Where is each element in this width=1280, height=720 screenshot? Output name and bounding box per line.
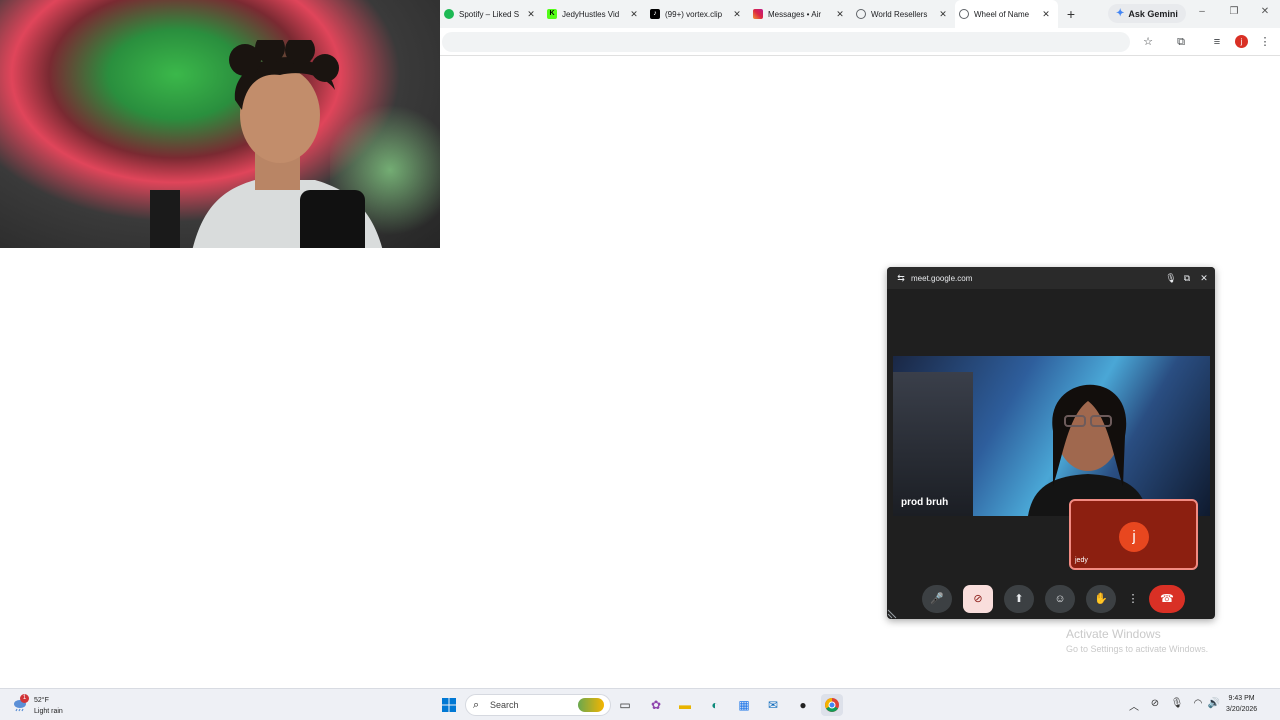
- watermark-subtitle: Go to Settings to activate Windows.: [1066, 644, 1209, 654]
- close-icon[interactable]: ✕: [937, 9, 949, 20]
- tiktok-icon: ♪: [650, 9, 660, 19]
- desktop: Spotify – Liked S ✕ K JedyHustles Vid ✕ …: [0, 0, 1280, 720]
- profile-avatar[interactable]: j: [1235, 35, 1248, 48]
- tab-kick[interactable]: K JedyHustles Vid ✕: [543, 0, 646, 28]
- spotify-icon: [444, 9, 454, 19]
- tab-strip: Spotify – Liked S ✕ K JedyHustles Vid ✕ …: [440, 0, 1280, 28]
- tab-label: World Resellers: [871, 9, 928, 19]
- menu-icon[interactable]: ⋮: [1258, 35, 1272, 49]
- participant-video: [893, 356, 1210, 516]
- pip-url: meet.google.com: [911, 273, 973, 283]
- restore-icon[interactable]: ❐: [1226, 6, 1242, 17]
- close-icon[interactable]: ✕: [731, 9, 743, 20]
- gemini-label: Ask Gemini: [1128, 8, 1178, 19]
- back-to-tab-icon[interactable]: ⧉: [1181, 272, 1193, 284]
- taskbar-search[interactable]: ⌕ Search: [465, 694, 611, 716]
- file-explorer-icon[interactable]: ▬: [674, 694, 696, 716]
- tab-label: Messages • Air: [768, 9, 822, 19]
- mic-indicator-icon: 🎙: [1165, 273, 1177, 283]
- present-screen-button[interactable]: ⬆: [1004, 585, 1034, 613]
- tab-label: Wheel of Name: [974, 9, 1030, 19]
- close-icon[interactable]: ✕: [1040, 9, 1052, 20]
- star-icon[interactable]: ☆: [1141, 35, 1155, 49]
- tab-label: Spotify – Liked S: [459, 9, 520, 19]
- chrome-logo-icon: [825, 698, 839, 712]
- person-silhouette: [150, 40, 383, 248]
- chevron-up-icon[interactable]: ︿: [1127, 698, 1141, 713]
- app-icon[interactable]: ●: [792, 694, 814, 716]
- activate-windows-watermark: Activate Windows Go to Settings to activ…: [1066, 627, 1208, 654]
- extensions-icon[interactable]: ⧉: [1174, 35, 1188, 49]
- edge-icon[interactable]: ◐: [704, 694, 726, 716]
- clock-time: 9:43 PM: [1228, 695, 1255, 702]
- clock-date: 3/20/2026: [1226, 706, 1258, 713]
- tune-icon[interactable]: ⇆: [895, 272, 907, 284]
- copilot-icon[interactable]: ✿: [645, 694, 667, 716]
- chrome-icon[interactable]: [821, 694, 843, 716]
- outlook-icon[interactable]: ✉: [762, 694, 784, 716]
- webcam-overlay: [0, 0, 440, 248]
- new-tab-button[interactable]: +: [1062, 6, 1080, 22]
- room-wall: [893, 372, 973, 516]
- meet-pip-window: ⇆ meet.google.com 🎙 ⧉ ✕ prod bruh j jedy…: [887, 267, 1215, 619]
- tab-world-resellers[interactable]: World Resellers ✕: [852, 0, 955, 28]
- store-icon[interactable]: ▦: [733, 694, 755, 716]
- close-icon[interactable]: ✕: [1198, 272, 1210, 284]
- raise-hand-button[interactable]: ✋: [1086, 585, 1116, 613]
- close-window-icon[interactable]: ✕: [1257, 6, 1273, 17]
- ask-gemini-button[interactable]: ✦ Ask Gemini: [1108, 4, 1186, 23]
- notification-badge: 1: [20, 694, 29, 703]
- weather-condition: Light rain: [34, 708, 63, 715]
- address-bar[interactable]: [442, 32, 1130, 52]
- mic-icon[interactable]: 🎙: [1170, 698, 1184, 709]
- search-icon: ⌕: [473, 699, 480, 711]
- kick-icon: K: [547, 9, 557, 19]
- start-button[interactable]: [438, 694, 460, 716]
- close-icon[interactable]: ✕: [628, 9, 640, 20]
- globe-icon: [959, 9, 969, 19]
- reactions-button[interactable]: ☺: [1045, 585, 1075, 613]
- self-view-tile[interactable]: j jedy: [1069, 499, 1198, 570]
- taskbar: 1 52°F Light rain ⌕ Search ▭ ✿ ▬ ◐ ▦ ✉ ●: [0, 688, 1280, 720]
- self-name: jedy: [1075, 557, 1088, 564]
- tab-label: (99+) vortex.clip: [665, 9, 723, 19]
- volume-icon[interactable]: 🔊: [1207, 698, 1221, 709]
- microphone-button[interactable]: 🎤: [922, 585, 952, 613]
- tab-spotify[interactable]: Spotify – Liked S ✕: [440, 0, 543, 28]
- gemini-icon: ✦: [1116, 8, 1125, 19]
- weather-temperature: 52°F: [34, 697, 49, 704]
- media-controls-icon[interactable]: ≡: [1210, 35, 1224, 49]
- resize-grip-icon[interactable]: [887, 609, 897, 619]
- participant-name: prod bruh: [901, 497, 949, 508]
- camera-off-button[interactable]: ⊘: [963, 585, 993, 613]
- browser-toolbar: ☆ ⧉ ≡ ⋮: [440, 28, 1280, 56]
- search-highlight-icon: [578, 698, 604, 712]
- end-call-button[interactable]: ☎: [1149, 585, 1185, 613]
- self-avatar: j: [1119, 522, 1149, 552]
- tab-tiktok[interactable]: ♪ (99+) vortex.clip ✕: [646, 0, 749, 28]
- minimize-icon[interactable]: –: [1194, 6, 1210, 17]
- tab-wheel-of-names[interactable]: Wheel of Name ✕: [955, 0, 1058, 28]
- wifi-icon[interactable]: ◠: [1191, 698, 1205, 709]
- network-icon[interactable]: ⊘: [1148, 698, 1162, 709]
- system-clock[interactable]: 9:43 PM 3/20/2026: [1226, 693, 1257, 715]
- windows-logo-icon: [442, 698, 456, 712]
- globe-icon: [856, 9, 866, 19]
- tab-label: JedyHustles Vid: [562, 9, 620, 19]
- participant-silhouette: [1028, 384, 1148, 516]
- pip-title-bar: ⇆ meet.google.com 🎙 ⧉ ✕: [887, 267, 1215, 289]
- more-options-button[interactable]: ⋮: [1126, 585, 1140, 613]
- search-placeholder: Search: [490, 700, 519, 710]
- instagram-icon: [753, 9, 763, 19]
- task-view-icon[interactable]: ▭: [614, 694, 636, 716]
- watermark-title: Activate Windows: [1066, 627, 1161, 641]
- close-icon[interactable]: ✕: [525, 9, 537, 20]
- call-controls: 🎤 ⊘ ⬆ ☺ ✋ ⋮ ☎: [887, 581, 1215, 617]
- close-icon[interactable]: ✕: [834, 9, 846, 20]
- tab-instagram[interactable]: Messages • Air ✕: [749, 0, 852, 28]
